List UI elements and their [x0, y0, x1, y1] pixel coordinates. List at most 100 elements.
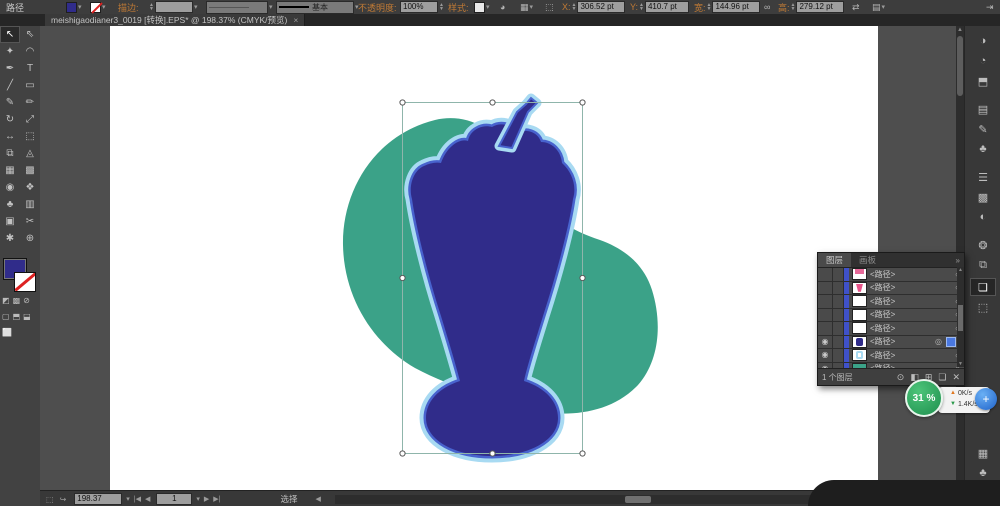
brushes-panel-icon[interactable]: ✎: [970, 120, 996, 138]
magic-wand-tool[interactable]: ✦: [0, 43, 20, 60]
layer-row[interactable]: ◉<路径>◎: [818, 336, 964, 350]
speed-overlay[interactable]: ▲ 0K/s ▼ 1.4K/s 31 % +: [905, 379, 1000, 423]
opacity-mask-dropdown[interactable]: ▤▾: [872, 0, 885, 14]
layer-name[interactable]: <路径>: [870, 336, 895, 347]
selection-handle[interactable]: [580, 100, 585, 105]
layers-panel-icon[interactable]: ❏: [970, 278, 996, 296]
selection-handle[interactable]: [580, 451, 585, 456]
lock-toggle[interactable]: [833, 309, 844, 322]
layers-scroll-handle[interactable]: [958, 305, 963, 331]
align-dropdown[interactable]: ▦▾: [520, 0, 533, 14]
locate-object-button[interactable]: ⊙: [897, 372, 905, 383]
layer-row[interactable]: <路径>○: [818, 282, 964, 296]
direct-selection-tool[interactable]: ⇖: [20, 26, 40, 43]
rotate-tool[interactable]: ↻: [0, 111, 20, 128]
visibility-eye-icon[interactable]: ◉: [818, 349, 833, 362]
artboards-panel-icon[interactable]: ⬚: [970, 298, 996, 316]
stroke-weight-field[interactable]: [155, 1, 193, 13]
width-field-group[interactable]: 宽: ▲▼ 144.96 pt: [694, 0, 760, 14]
color-guide-panel-icon[interactable]: ◔: [970, 52, 996, 70]
layer-name[interactable]: <路径>: [870, 269, 895, 280]
status-icon-1[interactable]: ⬚: [46, 495, 54, 504]
last-artboard-button[interactable]: ▶|: [213, 495, 220, 503]
layer-row[interactable]: <路径>○: [818, 295, 964, 309]
artboard-number-field[interactable]: 1: [156, 493, 192, 505]
selection-tool[interactable]: ↖: [0, 26, 20, 43]
layer-row[interactable]: <路径>○: [818, 309, 964, 323]
hscroll-left-icon[interactable]: ◀: [316, 495, 321, 503]
constrain-proportions-icon[interactable]: ∞: [764, 2, 770, 12]
column-graph-tool[interactable]: ▥: [20, 196, 40, 213]
layer-name[interactable]: <路径>: [870, 282, 895, 293]
lock-toggle[interactable]: [833, 295, 844, 308]
artboard-tool[interactable]: ▣: [0, 213, 20, 230]
lasso-tool[interactable]: ◠: [20, 43, 40, 60]
draw-mode-buttons[interactable]: ▢⬒⬓: [2, 312, 31, 321]
opacity-link[interactable]: 不透明度:: [358, 1, 397, 14]
scale-tool[interactable]: ⤢: [20, 111, 40, 128]
gradient-tool[interactable]: ▩: [20, 162, 40, 179]
stroke-color-swatch[interactable]: ▾: [90, 0, 106, 14]
stroke-weight-stepper[interactable]: ▲▼ ▾: [148, 0, 197, 14]
selection-handle[interactable]: [400, 275, 405, 280]
hand-tool[interactable]: ✱: [0, 230, 20, 247]
hscroll-handle[interactable]: [625, 496, 651, 503]
selection-handle[interactable]: [400, 100, 405, 105]
visibility-eye-icon[interactable]: [818, 282, 833, 295]
zoom-dropdown-icon[interactable]: ▾: [126, 495, 130, 503]
width-profile-dropdown[interactable]: ▾: [206, 0, 273, 14]
first-artboard-button[interactable]: |◀: [134, 495, 141, 503]
tab-layers[interactable]: 图层: [818, 253, 851, 267]
mesh-tool[interactable]: ▦: [0, 162, 20, 179]
visibility-eye-icon[interactable]: ◉: [818, 363, 833, 369]
panel-menu-icon[interactable]: »: [956, 256, 960, 265]
appearance-panel-icon[interactable]: ❂: [970, 236, 996, 254]
document-tab[interactable]: meishigaodianer3_0019 [转换].EPS* @ 198.37…: [45, 14, 305, 26]
width-tool[interactable]: ↔: [0, 128, 20, 145]
color-mode-buttons[interactable]: ◩▩⊘: [2, 296, 30, 305]
fill-color-swatch[interactable]: ▾: [66, 0, 82, 14]
gradient-panel-icon[interactable]: ▩: [970, 188, 996, 206]
vscroll-handle[interactable]: [957, 36, 963, 96]
y-field-group[interactable]: Y: ▲▼ 410.7 pt: [630, 0, 689, 14]
x-field-group[interactable]: X: ▲▼ 306.52 pt: [562, 0, 625, 14]
layer-name[interactable]: <路径>: [870, 323, 895, 334]
status-icon-2[interactable]: ↪: [60, 495, 67, 504]
artboard-dropdown-icon[interactable]: ▾: [196, 495, 200, 503]
blend-tool[interactable]: ❖: [20, 179, 40, 196]
isolate-selection-icon[interactable]: ⬚: [545, 2, 554, 13]
height-field-group[interactable]: 高: ▲▼ 279.12 pt: [778, 0, 844, 14]
layers-scrollbar[interactable]: ▲ ▼: [957, 267, 964, 367]
pencil-tool[interactable]: ✏: [20, 94, 40, 111]
prev-artboard-button[interactable]: ◀: [145, 495, 150, 503]
x-field[interactable]: 306.52 pt: [577, 1, 625, 13]
paintbrush-tool[interactable]: ✎: [0, 94, 20, 111]
layer-row[interactable]: ◉<路径>○: [818, 363, 964, 369]
selection-handle[interactable]: [580, 275, 585, 280]
horizontal-scrollbar[interactable]: [335, 495, 835, 504]
line-segment-tool[interactable]: ╱: [0, 77, 20, 94]
layer-name[interactable]: <路径>: [870, 296, 895, 307]
lock-toggle[interactable]: [833, 282, 844, 295]
stroke-color-well[interactable]: [14, 272, 36, 292]
opacity-field[interactable]: 100%: [400, 1, 438, 13]
tab-artboards[interactable]: 画板: [851, 253, 884, 267]
zoom-level-field[interactable]: 198.37: [74, 493, 122, 505]
pen-tool[interactable]: ✒: [0, 60, 20, 77]
color-panel-icon[interactable]: ◑: [970, 32, 996, 50]
graphic-styles-panel-icon[interactable]: ⧉: [970, 256, 996, 274]
close-icon[interactable]: ×: [293, 15, 298, 25]
visibility-eye-icon[interactable]: [818, 295, 833, 308]
screen-mode-button[interactable]: ⬜: [2, 328, 12, 337]
lock-toggle[interactable]: [833, 268, 844, 281]
stroke-panel-icon[interactable]: ☰: [970, 168, 996, 186]
rectangle-tool[interactable]: ▭: [20, 77, 40, 94]
width-field[interactable]: 144.96 pt: [712, 1, 760, 13]
visibility-eye-icon[interactable]: ◉: [818, 336, 833, 349]
height-field[interactable]: 279.12 pt: [796, 1, 844, 13]
eyedropper-tool[interactable]: ◉: [0, 179, 20, 196]
lock-toggle[interactable]: [833, 363, 844, 369]
selection-handle[interactable]: [490, 100, 495, 105]
perspective-grid-tool[interactable]: ◬: [20, 145, 40, 162]
layer-row[interactable]: <路径>○: [818, 322, 964, 336]
